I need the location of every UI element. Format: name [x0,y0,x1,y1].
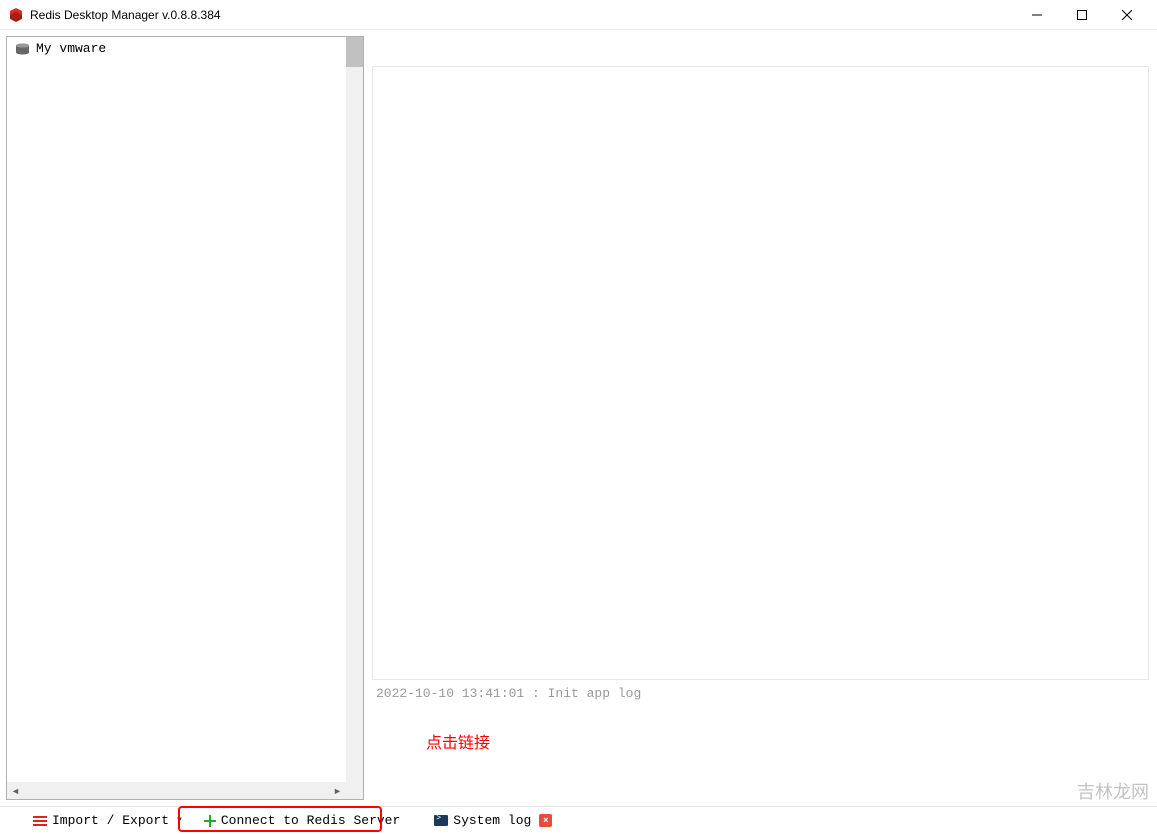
connection-name: My vmware [36,41,106,56]
system-log-button[interactable]: System log × [425,810,561,832]
chevron-down-icon: ▼ [177,816,182,825]
app-icon [8,7,24,23]
scrollbar-thumb[interactable] [346,37,363,67]
scroll-right-icon[interactable]: ► [329,782,346,799]
minimize-button[interactable] [1014,0,1059,30]
content-area: My vmware ◄ ► 2022-10-10 13:41:01 : Init… [0,30,1157,806]
main-content-area [372,66,1149,680]
maximize-button[interactable] [1059,0,1104,30]
main-panel: 2022-10-10 13:41:01 : Init app log 点击链接 [370,30,1157,806]
import-export-label: Import / Export [52,813,169,828]
titlebar: Redis Desktop Manager v.0.8.8.384 [0,0,1157,30]
close-button[interactable] [1104,0,1149,30]
database-icon [15,43,30,55]
horizontal-scrollbar[interactable]: ◄ ► [7,782,346,799]
hamburger-icon [33,816,47,826]
terminal-icon [434,815,448,826]
bottom-toolbar: Import / Export ▼ Connect to Redis Serve… [0,806,1157,834]
scroll-left-icon[interactable]: ◄ [7,782,24,799]
log-panel: 2022-10-10 13:41:01 : Init app log 点击链接 [372,680,1149,800]
window-controls [1014,0,1149,30]
vertical-scrollbar[interactable] [346,37,363,799]
connect-button[interactable]: Connect to Redis Server [195,810,409,832]
connect-label: Connect to Redis Server [221,813,400,828]
import-export-button[interactable]: Import / Export ▼ [24,810,191,832]
annotation-text: 点击链接 [426,729,1145,753]
close-badge-icon[interactable]: × [539,814,552,827]
plus-icon [204,815,216,827]
system-log-label: System log [453,813,531,828]
sidebar: My vmware ◄ ► [0,30,370,806]
window-title: Redis Desktop Manager v.0.8.8.384 [30,8,221,22]
connection-tree[interactable]: My vmware ◄ ► [6,36,364,800]
log-entry: 2022-10-10 13:41:01 : Init app log [376,686,1145,701]
connection-item[interactable]: My vmware [7,37,363,60]
